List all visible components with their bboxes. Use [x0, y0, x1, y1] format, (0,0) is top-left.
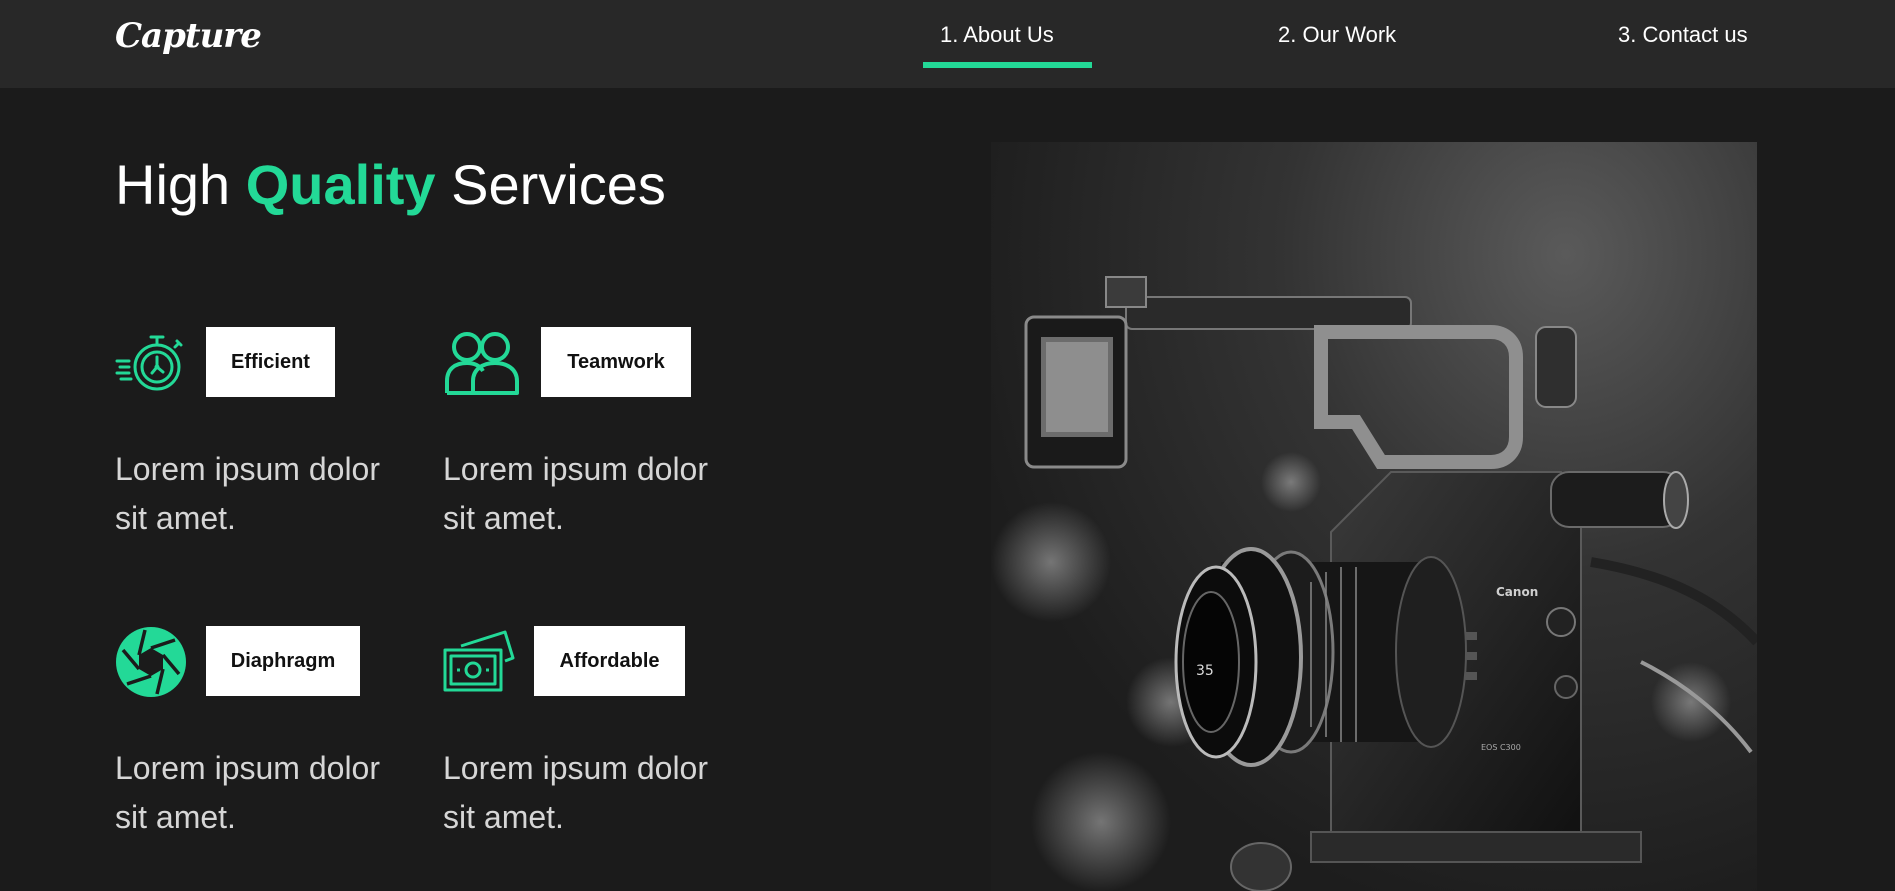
- camera-photo: Canon EOS C300 35: [991, 142, 1757, 891]
- service-description: Lorem ipsum dolor sit amet.: [115, 750, 380, 835]
- service-badge: Diaphragm: [206, 626, 360, 696]
- money-icon: [443, 630, 515, 692]
- stopwatch-icon: [115, 335, 183, 391]
- title-accent: Quality: [245, 153, 436, 216]
- nav-link-our-work[interactable]: 2. Our Work: [1278, 22, 1396, 48]
- service-description: Lorem ipsum dolor sit amet.: [443, 451, 708, 536]
- page-title: High Quality Services: [115, 152, 666, 217]
- title-part-1: High: [115, 153, 246, 216]
- nav-link-about-us[interactable]: 1. About Us: [940, 22, 1054, 48]
- service-badge: Efficient: [206, 327, 335, 397]
- team-icon: [445, 332, 519, 395]
- nav-link-contact-us[interactable]: 3. Contact us: [1618, 22, 1748, 48]
- top-navigation-bar: Capture 1. About Us 2. Our Work 3. Conta…: [0, 0, 1895, 88]
- service-badge: Teamwork: [541, 327, 691, 397]
- active-nav-indicator: [923, 62, 1092, 68]
- aperture-icon: [116, 627, 186, 697]
- service-badge: Affordable: [534, 626, 685, 696]
- logo[interactable]: Capture: [115, 16, 262, 56]
- camera-model-text: EOS C300: [1481, 743, 1521, 752]
- camera-brand-text: Canon: [1496, 585, 1538, 599]
- camera-illustration: Canon EOS C300 35: [991, 276, 1757, 891]
- service-description: Lorem ipsum dolor sit amet.: [443, 750, 708, 835]
- title-part-2: Services: [435, 153, 666, 216]
- service-description: Lorem ipsum dolor sit amet.: [115, 451, 380, 536]
- lens-mark-text: 35: [1196, 663, 1214, 679]
